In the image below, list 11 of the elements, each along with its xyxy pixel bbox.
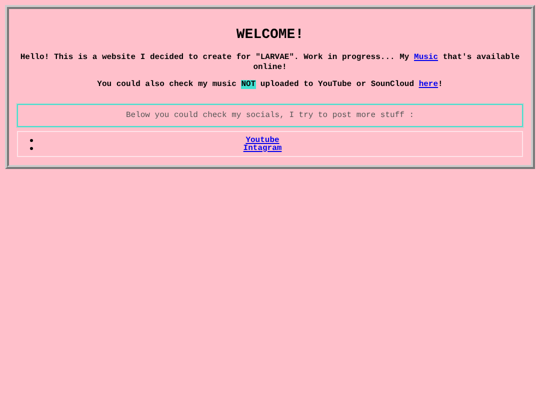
bullet-icon: [30, 138, 33, 142]
social-link[interactable]: Youtube: [33, 136, 492, 144]
social-link[interactable]: Intagram: [33, 144, 492, 152]
bullet-icon: [30, 146, 33, 150]
highlighted-word: NOT: [241, 80, 256, 89]
page-title: WELCOME!: [236, 27, 304, 43]
intro-text: Hello! This is a website I decided to create for "LARVAE". Work in progress... My Music that's available online!: [19, 53, 521, 73]
here-link[interactable]: here: [418, 80, 438, 89]
note-text: You could also check my music NOT uploaded to YouTube or SounCloud here!: [96, 80, 444, 90]
socials-heading: Below you could check my socials, I try to post more stuff :: [126, 111, 414, 120]
music-link[interactable]: Music: [414, 53, 438, 62]
